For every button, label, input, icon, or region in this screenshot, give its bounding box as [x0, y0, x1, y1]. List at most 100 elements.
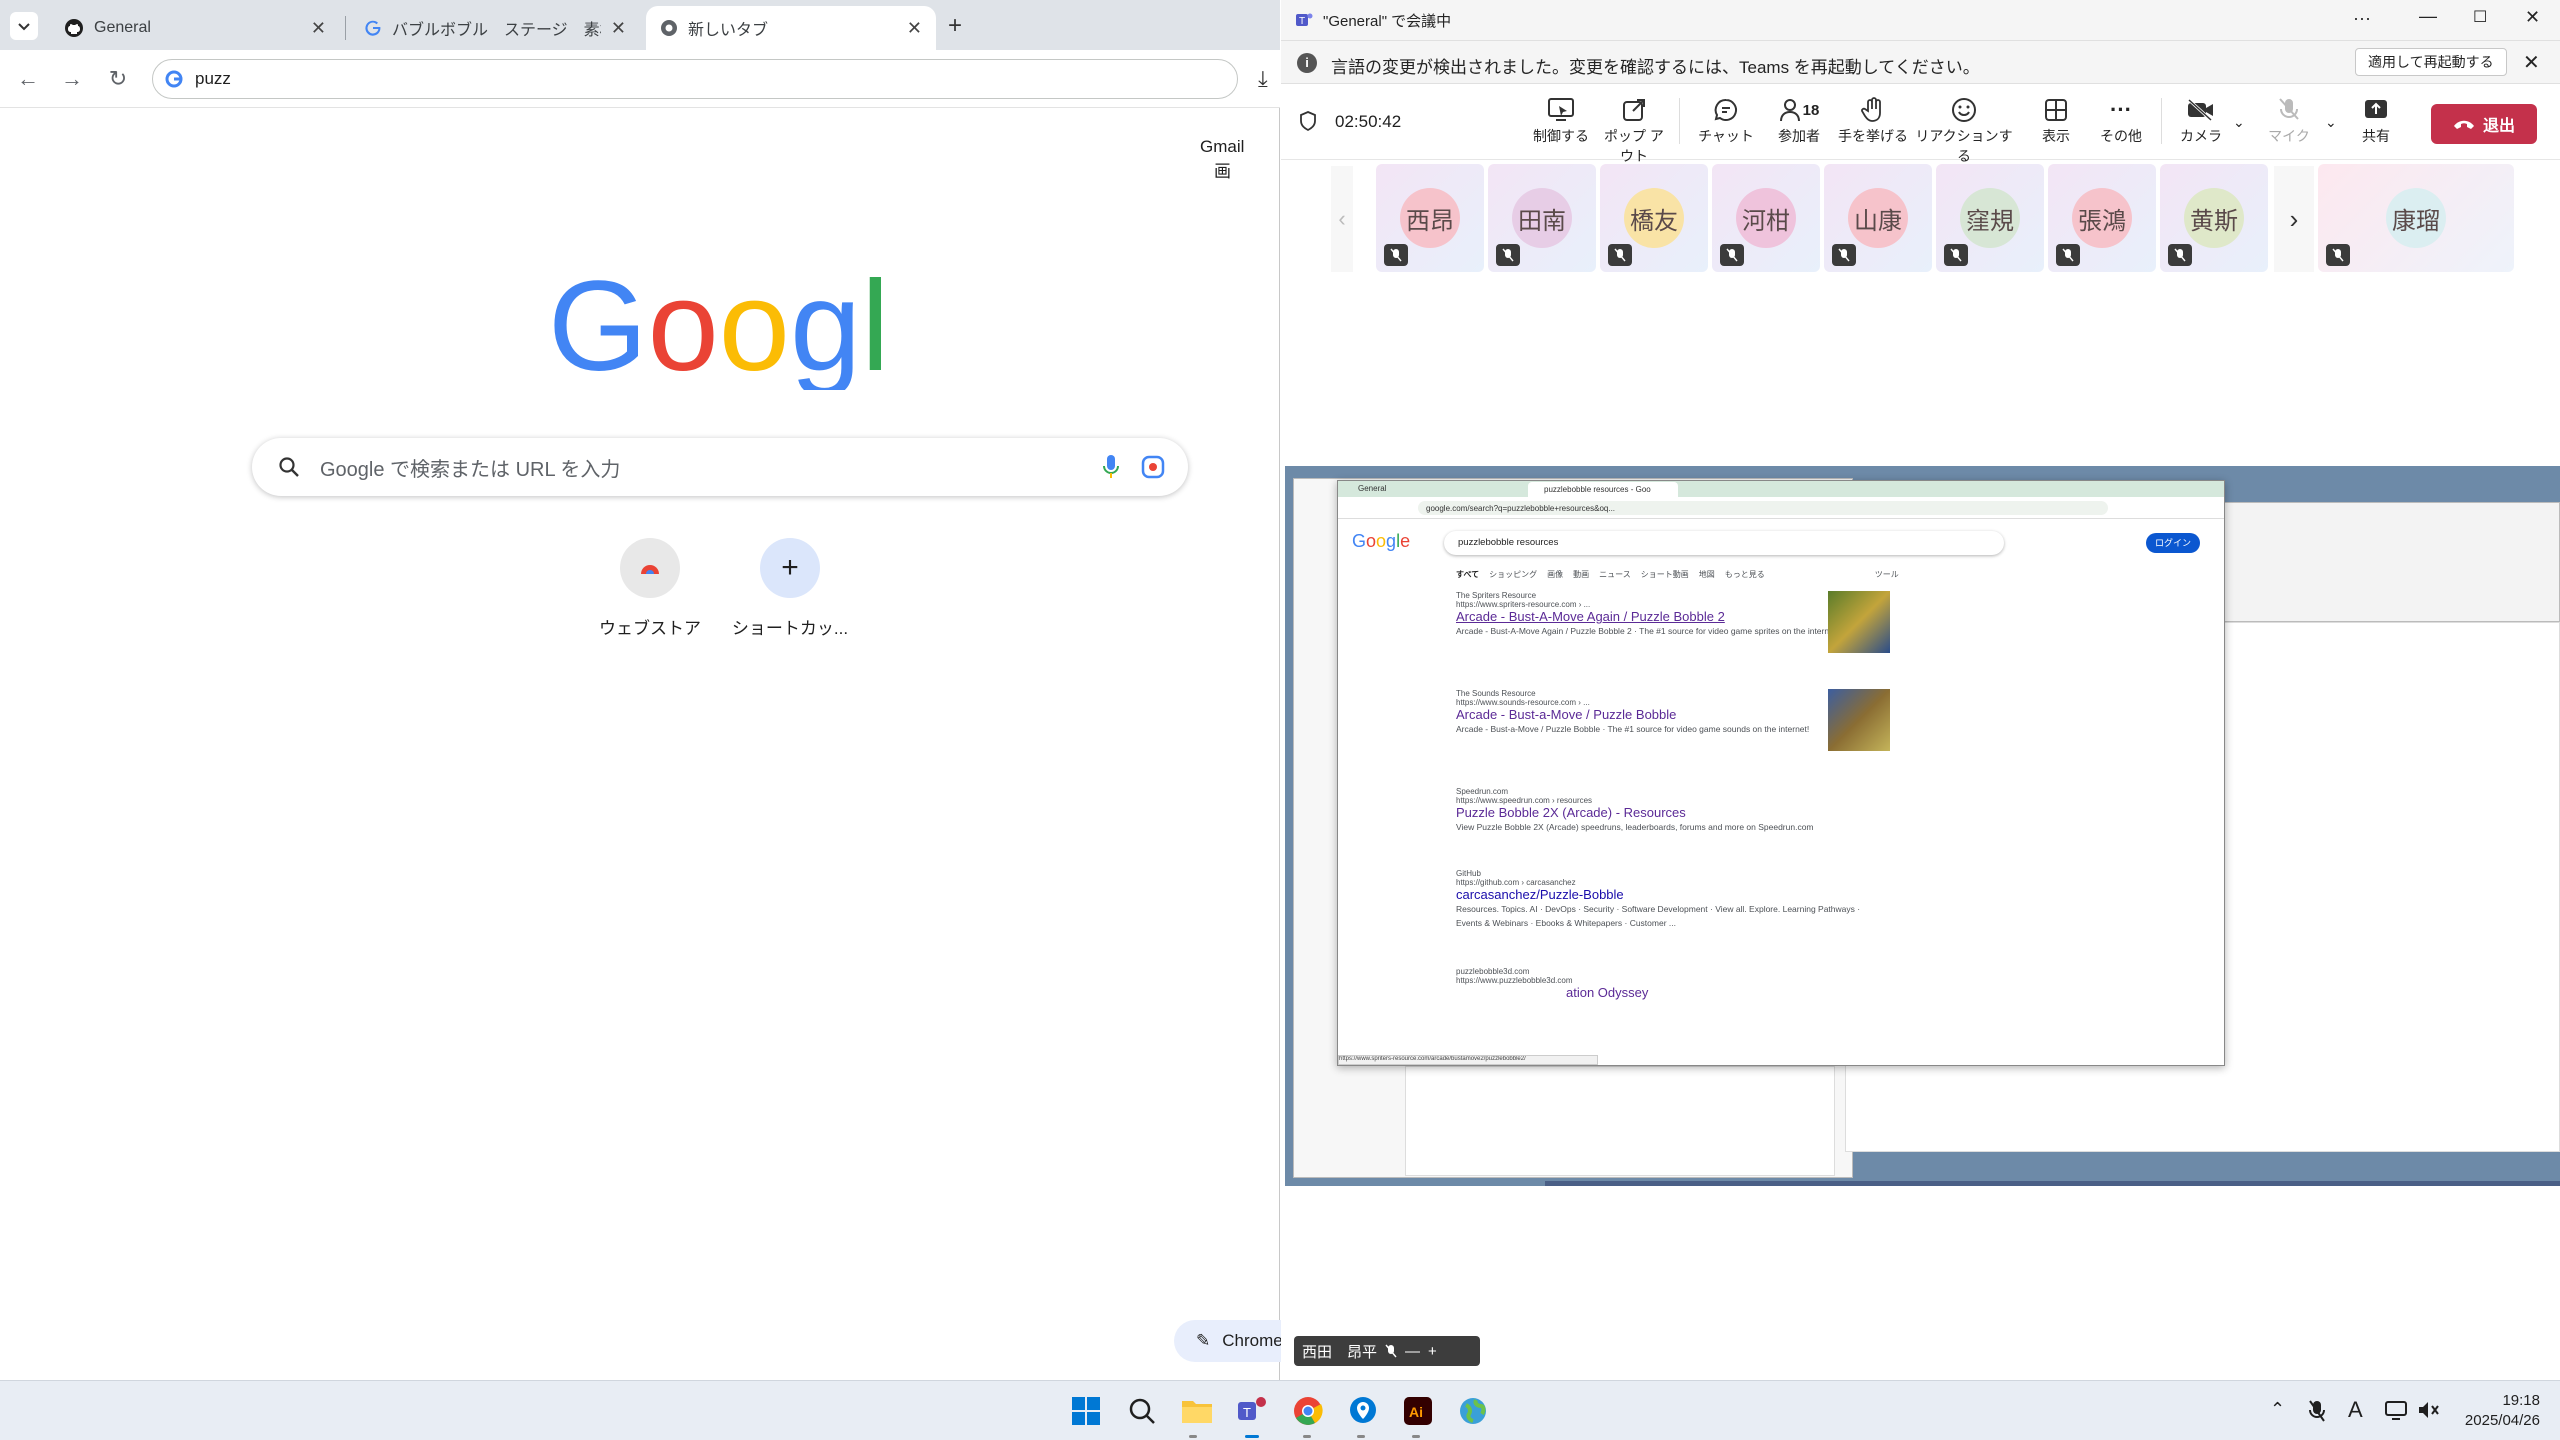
banner-text: 言語の変更が検出されました。変更を確認するには、Teams を再起動してください… — [1331, 58, 1980, 77]
address-bar[interactable]: puzz — [152, 59, 1238, 99]
share-button[interactable]: 共有 — [2351, 94, 2401, 146]
participant-tile[interactable]: 河柑 — [1712, 164, 1820, 272]
camera-off-icon — [2187, 98, 2213, 122]
close-icon[interactable]: ✕ — [2525, 7, 2540, 28]
strip-prev-button[interactable]: ‹ — [1331, 166, 1353, 272]
people-button[interactable]: 18 参加者 — [1766, 94, 1832, 146]
chrome-taskbar-button[interactable] — [1288, 1391, 1328, 1431]
google-g-icon — [165, 70, 183, 88]
images-link[interactable]: 画 — [1214, 162, 1231, 181]
chat-icon — [1714, 98, 1737, 121]
globe-taskbar-button[interactable] — [1453, 1391, 1493, 1431]
reaction-icon — [1952, 98, 1976, 122]
lens-icon[interactable] — [1140, 454, 1166, 480]
volume-mute-icon[interactable] — [2416, 1399, 2440, 1421]
tab-label: 新しいタブ — [688, 22, 769, 39]
new-tab-button[interactable]: + — [948, 12, 962, 40]
mic-off-icon — [1384, 244, 1408, 266]
chevron-down-icon[interactable]: ⌄ — [2325, 114, 2337, 131]
start-button[interactable] — [1066, 1391, 1106, 1431]
ntp-search-box[interactable]: Google で検索または URL を入力 — [252, 438, 1188, 496]
strip-next-button[interactable]: › — [2274, 166, 2314, 272]
tab-new-tab[interactable]: 新しいタブ ✕ — [646, 6, 936, 50]
popout-button[interactable]: ポップ アウト — [1599, 94, 1669, 166]
download-icon[interactable]: ⤓ — [1258, 66, 1268, 92]
chat-button[interactable]: チャット — [1696, 94, 1756, 146]
tab-bubble-bobble[interactable]: バブルボブル ステージ 素材 - Go ✕ — [350, 6, 640, 50]
restart-button[interactable]: 適用して再起動する — [2355, 48, 2507, 76]
close-icon[interactable]: ✕ — [2523, 50, 2540, 75]
participant-tile[interactable]: 黄斯 — [2160, 164, 2268, 272]
mic-off-icon — [1944, 244, 1968, 266]
chrome-icon — [1294, 1397, 1323, 1425]
pencil-icon: ✎ — [1196, 1331, 1211, 1350]
running-indicator — [1357, 1435, 1365, 1438]
gmail-link[interactable]: Gmail — [1200, 137, 1244, 156]
tab-search-button[interactable] — [10, 12, 38, 40]
chevron-down-icon[interactable]: ⌄ — [2233, 114, 2245, 131]
avatar: 橋友 — [1624, 188, 1684, 248]
shared-status-bar: https://www.spriters-resource.com/arcade… — [1338, 1055, 1598, 1065]
reaction-button[interactable]: リアクションする — [1909, 94, 2019, 166]
forward-icon[interactable]: → — [58, 65, 86, 93]
tab-general[interactable]: General ✕ — [50, 6, 340, 50]
participant-tile[interactable]: 山康 — [1824, 164, 1932, 272]
illustrator-taskbar-button[interactable]: Ai — [1398, 1391, 1438, 1431]
close-icon[interactable]: ✕ — [611, 18, 626, 39]
mic-off-icon[interactable] — [2308, 1399, 2326, 1423]
shared-search-box: puzzlebobble resources — [1444, 531, 2004, 555]
participant-tile[interactable]: 張鴻 — [2048, 164, 2156, 272]
participant-tile[interactable]: 窪規 — [1936, 164, 2044, 272]
running-indicator — [1412, 1435, 1420, 1438]
shared-tab: General — [1358, 484, 1387, 493]
chevron-up-icon[interactable]: ⌃ — [2270, 1399, 2285, 1420]
clock-date: 2025/04/26 — [2464, 1412, 2540, 1429]
file-explorer-button[interactable] — [1177, 1391, 1217, 1431]
search-placeholder: Google で検索または URL を入力 — [320, 458, 621, 481]
leave-button[interactable]: 退出 — [2431, 104, 2537, 144]
view-button[interactable]: 表示 — [2031, 94, 2081, 146]
more-button[interactable]: ··· その他 — [2096, 94, 2146, 146]
people-icon — [1779, 99, 1800, 122]
zoom-in-icon[interactable]: + — [1428, 1343, 1437, 1360]
close-icon[interactable]: ✕ — [311, 18, 326, 39]
shortcut-webstore[interactable]: ウェブストア — [575, 538, 725, 639]
svg-text:Google: Google — [1352, 531, 1410, 551]
search-button[interactable] — [1122, 1391, 1162, 1431]
mic-button[interactable]: マイク — [2259, 94, 2319, 146]
raise-hand-button[interactable]: 手を挙げる — [1837, 94, 1909, 146]
avatar: 河柑 — [1736, 188, 1796, 248]
more-icon[interactable]: ··· — [2353, 8, 2371, 29]
zoom-out-icon[interactable]: — — [1405, 1343, 1420, 1360]
shared-thumbnail — [1828, 591, 1890, 653]
control-button[interactable]: 制御する — [1531, 94, 1591, 146]
camera-button[interactable]: カメラ — [2171, 94, 2231, 146]
toolbar-label: その他 — [2100, 128, 2142, 144]
toolbar-divider — [2161, 98, 2162, 144]
reload-icon[interactable]: ↻ — [104, 65, 132, 93]
avatar: 田南 — [1512, 188, 1572, 248]
participant-tile[interactable]: 康瑠 — [2318, 164, 2514, 272]
teams-taskbar-button[interactable]: T — [1232, 1391, 1272, 1431]
shortcut-add[interactable]: + ショートカッ... — [715, 538, 865, 639]
info-icon: i — [1297, 53, 1317, 73]
shared-thumbnail — [1828, 689, 1890, 751]
network-icon[interactable] — [2384, 1399, 2408, 1421]
participant-tile[interactable]: 田南 — [1488, 164, 1596, 272]
system-clock[interactable]: 19:18 2025/04/26 — [2465, 1391, 2540, 1431]
chrome-window: General ✕ バブルボブル ステージ 素材 - Go ✕ 新しいタブ ✕ … — [0, 0, 1284, 1380]
maps-taskbar-button[interactable] — [1343, 1391, 1383, 1431]
participant-tile[interactable]: 西昂 — [1376, 164, 1484, 272]
mic-off-icon — [1720, 244, 1744, 266]
mic-icon[interactable] — [1102, 454, 1120, 480]
ime-indicator[interactable]: A — [2348, 1397, 2363, 1423]
toolbar-label: カメラ — [2180, 128, 2222, 144]
minimize-icon[interactable]: — — [2419, 6, 2437, 27]
maximize-icon[interactable]: ☐ — [2473, 7, 2487, 27]
toolbar-label: 表示 — [2042, 128, 2070, 144]
mic-off-icon — [2326, 244, 2350, 266]
customize-chrome-button[interactable]: ✎ Chrome — [1174, 1320, 1284, 1362]
close-icon[interactable]: ✕ — [907, 18, 922, 39]
back-icon[interactable]: ← — [14, 65, 42, 93]
participant-tile[interactable]: 橋友 — [1600, 164, 1708, 272]
